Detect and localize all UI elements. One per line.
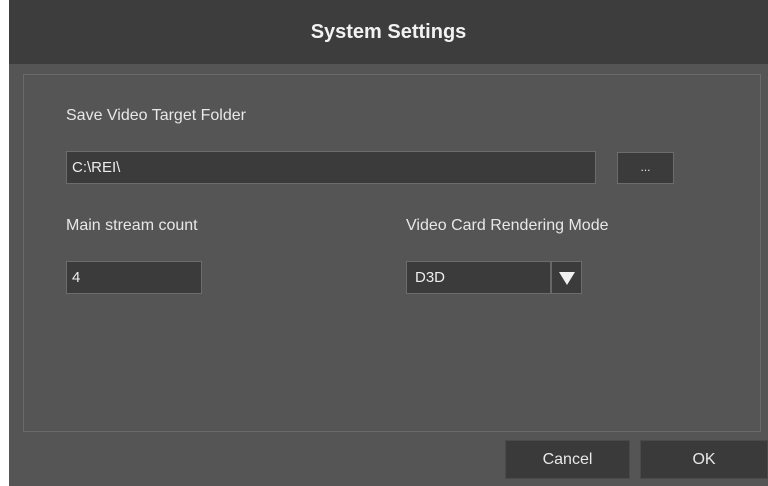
- ok-button-label: OK: [692, 450, 716, 468]
- dropdown-arrow[interactable]: [550, 262, 581, 293]
- browse-button-label: ...: [640, 160, 651, 174]
- triangle-down-icon: [558, 271, 575, 285]
- main-stream-count-input[interactable]: 4: [66, 261, 202, 294]
- ok-button[interactable]: OK: [640, 440, 768, 479]
- save-folder-value: C:\REI\: [72, 159, 121, 176]
- cancel-button-label: Cancel: [542, 450, 593, 468]
- save-folder-input[interactable]: C:\REI\: [66, 151, 596, 184]
- dialog-title: System Settings: [310, 20, 467, 43]
- main-stream-count-label: Main stream count: [66, 217, 198, 234]
- dialog-title-bar: System Settings: [9, 0, 768, 64]
- cancel-button[interactable]: Cancel: [505, 440, 630, 479]
- rendering-mode-label: Video Card Rendering Mode: [406, 217, 609, 234]
- rendering-mode-value: D3D: [415, 269, 446, 286]
- system-settings-dialog: System Settings Save Video Target Folder…: [9, 0, 768, 486]
- rendering-mode-select[interactable]: D3D: [406, 261, 582, 294]
- settings-panel: Save Video Target Folder C:\REI\ ... Mai…: [23, 74, 761, 432]
- browse-folder-button[interactable]: ...: [617, 152, 674, 184]
- main-stream-count-value: 4: [72, 269, 81, 286]
- save-folder-label: Save Video Target Folder: [66, 107, 246, 124]
